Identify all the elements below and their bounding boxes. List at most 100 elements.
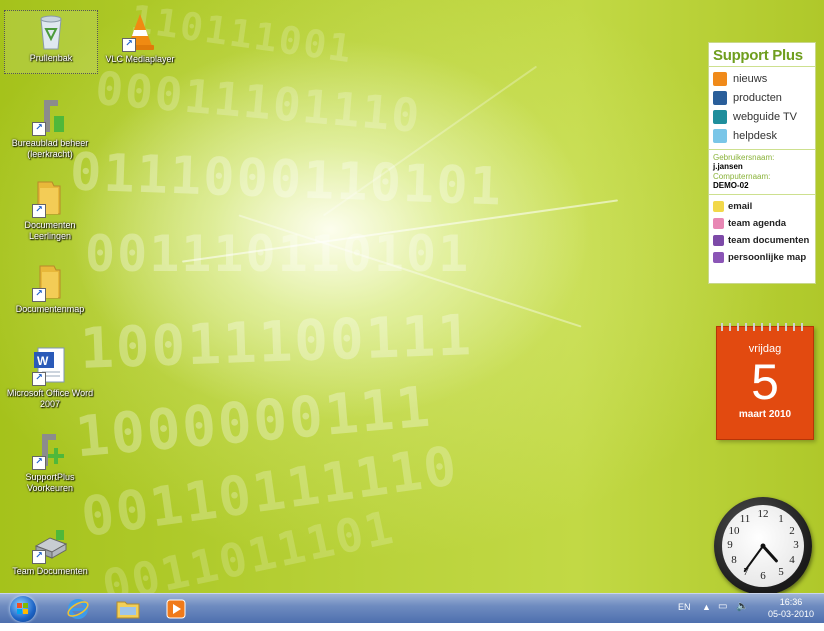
wallpaper-binary: 10011100111	[78, 303, 474, 382]
tv-icon	[713, 109, 727, 124]
desktop-icon-documentenmap[interactable]: ↗ Documentenmap	[4, 262, 96, 315]
taskbar-time: 16:36	[779, 597, 803, 607]
icon-label: Microsoft Office Word 2007	[6, 388, 94, 409]
icon-label: Prullenbak	[29, 53, 73, 63]
desktop-icon-team-documenten[interactable]: ↗ Team Documenten	[4, 524, 96, 577]
sp-menu-producten[interactable]: producten	[713, 88, 811, 107]
clock-face: 12 1 2 3 4 5 6 7 8 9 10 11	[722, 505, 804, 587]
desktop-icon-recycle-bin[interactable]: Prullenbak	[4, 10, 98, 74]
taskbar-date: 05-03-2010	[767, 609, 815, 619]
desktop-icon-desktop-manage[interactable]: ↗ Bureaublad beheer (leerkracht)	[4, 96, 96, 160]
team-documents-icon	[713, 235, 724, 246]
computername-label: Computernaam:	[713, 172, 771, 181]
clock-gadget[interactable]: 12 1 2 3 4 5 6 7 8 9 10 11	[714, 497, 812, 593]
sp-menu-nieuws[interactable]: nieuws	[713, 69, 811, 88]
username-label: Gebruikersnaam:	[713, 153, 775, 162]
sp-link-label: persoonlijke map	[728, 252, 807, 263]
word-icon: W ↗	[30, 346, 70, 386]
folder-shared-icon: ↗	[30, 178, 70, 218]
support-plus-gadget: Support Plus nieuws producten webguide T…	[708, 42, 816, 284]
sp-link-label: email	[728, 201, 753, 212]
recycle-bin-icon	[31, 11, 71, 51]
computername-value: DEMO-02	[713, 181, 749, 190]
email-icon	[713, 201, 724, 212]
media-player-icon	[166, 599, 186, 618]
wallpaper-light-streak	[182, 199, 618, 263]
wallpaper-light-streak	[322, 65, 538, 217]
supportplus-prefs-icon: ↗	[30, 430, 70, 470]
language-indicator[interactable]: EN	[678, 602, 691, 631]
sp-link-label: team documenten	[728, 235, 810, 246]
personal-folder-icon	[713, 252, 724, 263]
sp-menu-label: webguide TV	[733, 110, 798, 123]
internet-explorer-icon	[67, 598, 89, 619]
shortcut-arrow-icon: ↗	[32, 122, 46, 136]
clock-minute-hand	[743, 545, 764, 573]
sp-menu-helpdesk[interactable]: helpdesk	[713, 126, 811, 145]
windows-logo-icon	[17, 603, 28, 614]
sp-user-info: Gebruikersnaam: j.jansen Computernaam: D…	[709, 149, 815, 195]
shortcut-arrow-icon: ↗	[32, 372, 46, 386]
support-plus-menu: nieuws producten webguide TV helpdesk	[709, 67, 815, 147]
taskbar-internet-explorer[interactable]	[58, 596, 98, 621]
show-hidden-icons-chevron-up-icon[interactable]: ▲	[702, 602, 711, 631]
wallpaper-binary: 1000000111	[72, 374, 435, 471]
explorer-folder-icon	[116, 601, 140, 618]
icon-label: SupportPlus Voorkeuren	[25, 472, 75, 493]
shortcut-arrow-icon: ↗	[122, 38, 136, 52]
shortcut-arrow-icon: ↗	[32, 288, 46, 302]
folder-icon: ↗	[30, 262, 70, 302]
wallpaper-binary: 001110110101	[85, 225, 471, 283]
start-button[interactable]	[10, 596, 36, 622]
taskbar-media-player[interactable]	[156, 596, 196, 621]
clock-hands	[743, 543, 778, 573]
vlc-icon: ↗	[120, 12, 160, 52]
sp-links: email team agenda team documenten persoo…	[709, 195, 815, 269]
agenda-icon	[713, 218, 724, 229]
news-icon	[713, 71, 727, 86]
icon-label: Team Documenten	[12, 566, 88, 576]
sp-menu-webguide-tv[interactable]: webguide TV	[713, 107, 811, 126]
sp-link-email[interactable]: email	[713, 198, 811, 215]
icon-label: Documenten Leerlingen	[24, 220, 76, 241]
clock-center	[760, 543, 766, 549]
desktop-icon-supportplus-voorkeuren[interactable]: ↗ SupportPlus Voorkeuren	[4, 430, 96, 494]
desktop-icon-word[interactable]: W ↗ Microsoft Office Word 2007	[4, 346, 96, 410]
calendar-day-number: 5	[751, 354, 779, 410]
network-icon[interactable]: ▭	[718, 601, 727, 630]
taskbar: EN ▲ ▭ 🔈 16:36 05-03-2010	[0, 593, 824, 623]
desktop-icon-documenten-leerlingen[interactable]: ↗ Documenten Leerlingen	[4, 178, 96, 242]
shortcut-arrow-icon: ↗	[32, 550, 46, 564]
desktop-icon-vlc[interactable]: ↗ VLC Mediaplayer	[94, 12, 186, 65]
sp-link-team-agenda[interactable]: team agenda	[713, 215, 811, 232]
svg-text:W: W	[37, 354, 49, 368]
team-docs-icon: ↗	[30, 524, 70, 564]
shortcut-arrow-icon: ↗	[32, 456, 46, 470]
desktop-background: 110111001 00011101110 0111000110101 0011…	[0, 0, 824, 593]
sp-menu-label: producten	[733, 91, 782, 104]
sp-link-persoonlijke-map[interactable]: persoonlijke map	[713, 249, 811, 266]
taskbar-explorer[interactable]	[108, 596, 148, 621]
calendar-gadget[interactable]: vrijdag 5 maart 2010	[716, 323, 814, 440]
wallpaper-binary: 00110111110	[77, 433, 463, 550]
cart-icon	[713, 90, 727, 105]
clock-hour-hand	[761, 544, 778, 563]
sp-link-team-documenten[interactable]: team documenten	[713, 232, 811, 249]
help-icon	[713, 128, 727, 143]
sp-menu-label: helpdesk	[733, 129, 778, 142]
wallpaper-binary: 00011101110	[93, 60, 424, 144]
sp-menu-label: nieuws	[733, 72, 768, 85]
wallpaper-binary: 0111000110101	[69, 142, 504, 218]
desktop-manage-icon: ↗	[30, 96, 70, 136]
volume-icon[interactable]: 🔈	[736, 601, 748, 630]
wallpaper-binary: 0011011101	[97, 499, 400, 593]
sp-link-label: team agenda	[728, 218, 787, 229]
icon-label: Bureaublad beheer (leerkracht)	[11, 138, 89, 159]
icon-label: VLC Mediaplayer	[105, 54, 175, 64]
support-plus-title: Support Plus	[709, 43, 815, 67]
calendar-rings	[721, 323, 809, 331]
icon-label: Documentenmap	[15, 304, 85, 314]
wallpaper-light-streak	[238, 214, 582, 328]
system-clock[interactable]: 16:36 05-03-2010	[762, 596, 820, 625]
shortcut-arrow-icon: ↗	[32, 204, 46, 218]
